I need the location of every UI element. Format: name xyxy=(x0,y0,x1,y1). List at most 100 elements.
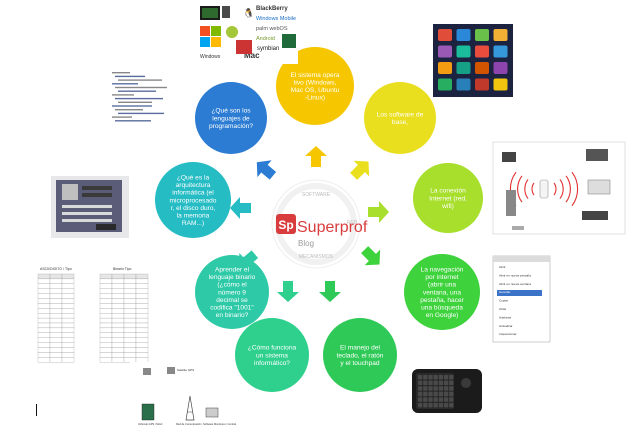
code-line xyxy=(112,83,138,85)
node-lenguaje-binario: Aprender el lenguaje binario (¿cómo el núme… xyxy=(195,255,269,329)
keyboard-key xyxy=(428,397,433,402)
table-cell xyxy=(49,283,63,289)
keyboard-key xyxy=(438,403,443,408)
keyboard-key xyxy=(428,375,433,380)
table-cell xyxy=(61,322,75,329)
keyboard-key xyxy=(433,386,438,391)
table-cell xyxy=(123,332,137,338)
bubble-line: en binario? xyxy=(216,312,249,319)
arrow-sistema-informatico xyxy=(277,281,299,302)
table-cell xyxy=(61,308,75,314)
arrow-navegacion-internet xyxy=(361,246,381,266)
table-cell xyxy=(123,347,137,353)
keyboard-key xyxy=(444,380,449,385)
table-cell xyxy=(99,278,113,284)
table-cell xyxy=(61,288,75,294)
keyboard-key xyxy=(444,397,449,402)
table-cell xyxy=(37,278,51,284)
table-cell xyxy=(61,293,75,299)
keyboard-key xyxy=(418,386,423,391)
table-cell xyxy=(123,288,137,294)
menu-item: Actualizar xyxy=(499,324,513,328)
table-cell xyxy=(37,352,51,358)
table-cell xyxy=(49,303,63,309)
menu-item: Guardar xyxy=(499,290,510,294)
bubble-line: microprocesado xyxy=(170,197,217,204)
code-line xyxy=(118,101,152,103)
table-cell xyxy=(49,357,63,363)
arrow-manejo-teclado xyxy=(319,281,341,302)
table-cell xyxy=(123,308,137,314)
node-conexion-internet: La conexión Internet (red, wifi) xyxy=(413,163,483,233)
table-cell xyxy=(37,293,51,299)
table-cell xyxy=(99,298,113,304)
svg-text:Binario Tipo: Binario Tipo xyxy=(113,267,132,271)
table-cell xyxy=(37,347,51,353)
menu-item: Abrir en nueva pestaña xyxy=(499,273,531,277)
node-lenguajes-programacion: ¿Qué son los lenguajes de programación? xyxy=(195,82,267,154)
svg-text:Android: Android xyxy=(256,36,275,42)
table-cell xyxy=(37,283,51,289)
table-cell xyxy=(37,298,51,304)
table-cell xyxy=(37,322,51,329)
keyboard-key xyxy=(423,397,428,402)
node-sistema-informatico: ¿Cómo funciona un sistema informático? xyxy=(235,318,309,392)
text-cursor xyxy=(36,404,37,416)
table-cell xyxy=(135,308,149,314)
table-cell xyxy=(111,347,125,353)
table-cell xyxy=(135,298,149,304)
table-cell xyxy=(61,298,75,304)
table-cell xyxy=(111,298,125,304)
svg-text:Windows: Windows xyxy=(200,54,221,60)
keyboard-key xyxy=(449,397,454,402)
keyboard-key xyxy=(449,391,454,397)
table-cell xyxy=(61,357,75,363)
keyboard-key xyxy=(438,397,443,402)
table-cell xyxy=(99,283,113,289)
table-cell xyxy=(99,352,113,358)
superprof-logo: SOFTWARE RED MECANISMOS Sp Superprof Blo… xyxy=(271,179,368,269)
table-cell xyxy=(111,313,125,319)
bubble-line: arquitectura xyxy=(176,182,211,189)
keyboard-key xyxy=(438,375,443,380)
table-cell xyxy=(111,317,125,324)
table-cell xyxy=(61,303,75,309)
bubble-line: RAM...) xyxy=(182,220,204,227)
table-cell xyxy=(49,317,63,324)
table-cell xyxy=(99,322,113,329)
code-line xyxy=(115,109,143,111)
table-cell xyxy=(49,278,63,284)
code-line xyxy=(112,94,134,96)
code-line xyxy=(112,72,130,74)
svg-text:Red de Comunicación: Red de Comunicación xyxy=(176,422,202,426)
node-software-base: Los software de base, xyxy=(364,82,436,154)
table-cell xyxy=(61,332,75,338)
app-icon xyxy=(438,62,452,74)
bubble-line: pestaña, hacer xyxy=(420,297,464,304)
os-logos-image: 🐧 Windows Mac BlackBerry Windows Mobile … xyxy=(198,4,298,64)
table-cell xyxy=(99,317,113,324)
bubble-line: informático? xyxy=(254,360,290,367)
arrow-sistema-operativo xyxy=(305,146,327,167)
table-cell xyxy=(123,337,137,343)
table-cell xyxy=(37,337,51,343)
table-cell xyxy=(111,303,125,309)
arrow-arquitectura-informatica xyxy=(230,197,251,219)
code-line xyxy=(115,120,151,122)
bubble-line: lenguaje binario xyxy=(209,274,256,281)
keyboard-key xyxy=(428,380,433,385)
code-line xyxy=(118,79,162,81)
svg-text:palm webOS: palm webOS xyxy=(256,26,288,32)
app-icon xyxy=(493,29,508,41)
table-cell xyxy=(99,332,113,338)
bubble-line: la memoria xyxy=(177,213,210,220)
keyboard-key xyxy=(423,391,428,397)
table-cell xyxy=(99,308,113,314)
keyboard-key xyxy=(438,380,443,385)
table-cell xyxy=(99,337,113,343)
menu-item: Atrás xyxy=(499,307,507,311)
table-cell xyxy=(135,288,149,294)
apps-grid-image xyxy=(433,24,513,97)
table-cell xyxy=(61,273,75,280)
keyboard-key xyxy=(428,386,433,391)
